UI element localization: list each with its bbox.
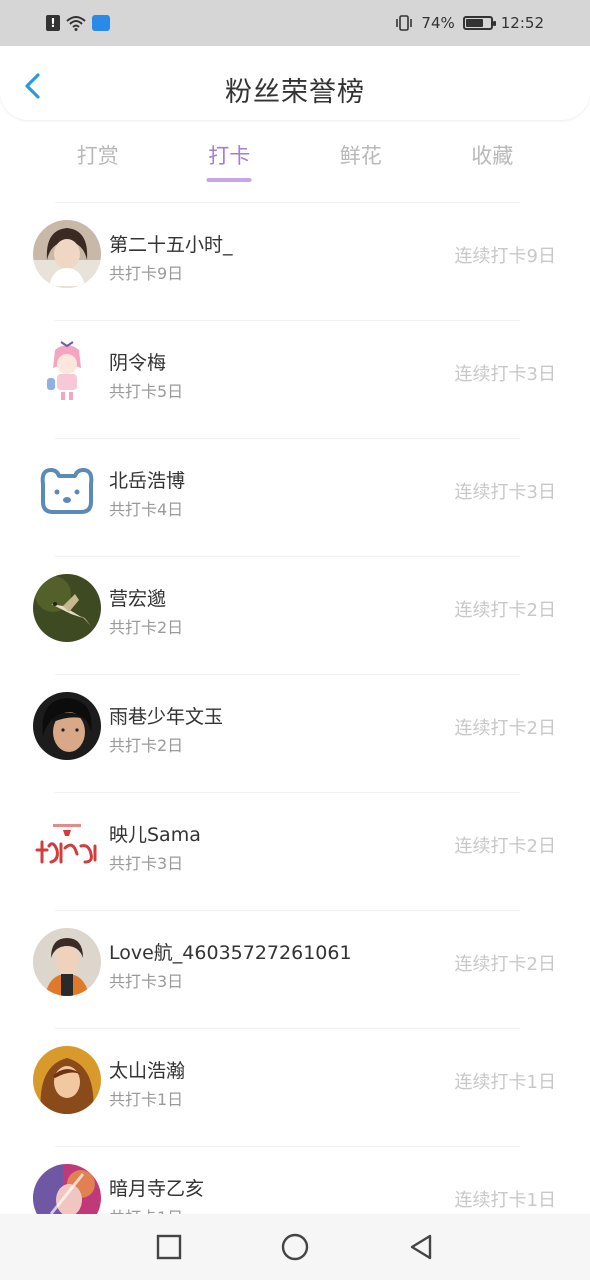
status-left: ! [46,15,110,31]
consecutive-checkins: 连续打卡9日 [454,246,556,267]
avatar [33,928,101,996]
fan-ranking-list: 第二十五小时_ 共打卡9日 连续打卡9日 阴令梅 共打卡5日 连续打卡3日 北岳… [0,202,590,1264]
list-item[interactable]: 第二十五小时_ 共打卡9日 连续打卡9日 [0,202,590,320]
weather-app-icon [92,15,110,31]
total-checkins: 共打卡5日 [109,382,184,401]
tab-bar: 打赏 打卡 鲜花 收藏 [32,132,558,188]
total-checkins: 共打卡1日 [109,1090,184,1109]
total-checkins: 共打卡2日 [109,618,184,637]
avatar [33,810,101,878]
list-item[interactable]: 阴令梅 共打卡5日 连续打卡3日 [0,320,590,438]
circle-icon[interactable] [280,1232,310,1262]
list-item[interactable]: 映儿Sama 共打卡3日 连续打卡2日 [0,792,590,910]
tab-flowers[interactable]: 鲜花 [295,132,427,188]
fan-name: 营宏邈 [109,588,167,610]
fan-name: 暗月寺乙亥 [109,1178,205,1200]
total-checkins: 共打卡2日 [109,736,184,755]
list-item[interactable]: 雨巷少年文玉 共打卡2日 连续打卡2日 [0,674,590,792]
fan-name: 雨巷少年文玉 [109,706,224,728]
consecutive-checkins: 连续打卡1日 [454,1072,556,1093]
consecutive-checkins: 连续打卡3日 [454,364,556,385]
square-icon[interactable] [154,1232,184,1262]
total-checkins: 共打卡9日 [109,264,184,283]
consecutive-checkins: 连续打卡2日 [454,600,556,621]
total-checkins: 共打卡3日 [109,854,184,873]
wifi-icon [66,16,86,31]
avatar [33,692,101,760]
tab-reward[interactable]: 打赏 [32,132,164,188]
fan-name: 第二十五小时_ [109,234,233,256]
avatar [33,456,101,524]
battery-icon [462,16,496,30]
list-item[interactable]: 营宏邈 共打卡2日 连续打卡2日 [0,556,590,674]
consecutive-checkins: 连续打卡1日 [454,1190,556,1211]
avatar [33,1046,101,1114]
consecutive-checkins: 连续打卡3日 [454,482,556,503]
status-right: 74% 12:52 [395,14,544,32]
vibrate-icon [396,15,413,31]
list-item[interactable]: 北岳浩博 共打卡4日 连续打卡3日 [0,438,590,556]
notification-alert-icon: ! [46,15,60,31]
battery-percent: 74% [421,14,455,32]
fan-name: 阴令梅 [109,352,167,374]
status-bar: ! 74% 12:52 [0,0,590,46]
list-item[interactable]: Love航_46035727261061 共打卡3日 连续打卡2日 [0,910,590,1028]
consecutive-checkins: 连续打卡2日 [454,718,556,739]
battery-fill [465,19,483,27]
triangle-back-icon[interactable] [406,1232,436,1262]
tab-checkin[interactable]: 打卡 [164,132,296,188]
clock: 12:52 [500,14,544,32]
consecutive-checkins: 连续打卡2日 [454,836,556,857]
system-navigation-bar [0,1214,590,1280]
page-title: 粉丝荣誉榜 [225,77,365,108]
list-item[interactable]: 太山浩瀚 共打卡1日 连续打卡1日 [0,1028,590,1146]
fan-name: 太山浩瀚 [109,1060,186,1082]
consecutive-checkins: 连续打卡2日 [454,954,556,975]
fan-name: 映儿Sama [109,824,201,846]
app-header: 粉丝荣誉榜 [0,46,590,120]
tab-favorites[interactable]: 收藏 [427,132,559,188]
avatar [33,338,101,406]
fan-name: 北岳浩博 [109,470,186,492]
avatar [33,220,101,288]
total-checkins: 共打卡4日 [109,500,184,519]
fan-name: Love航_46035727261061 [109,942,352,964]
total-checkins: 共打卡3日 [109,972,184,991]
avatar [33,574,101,642]
